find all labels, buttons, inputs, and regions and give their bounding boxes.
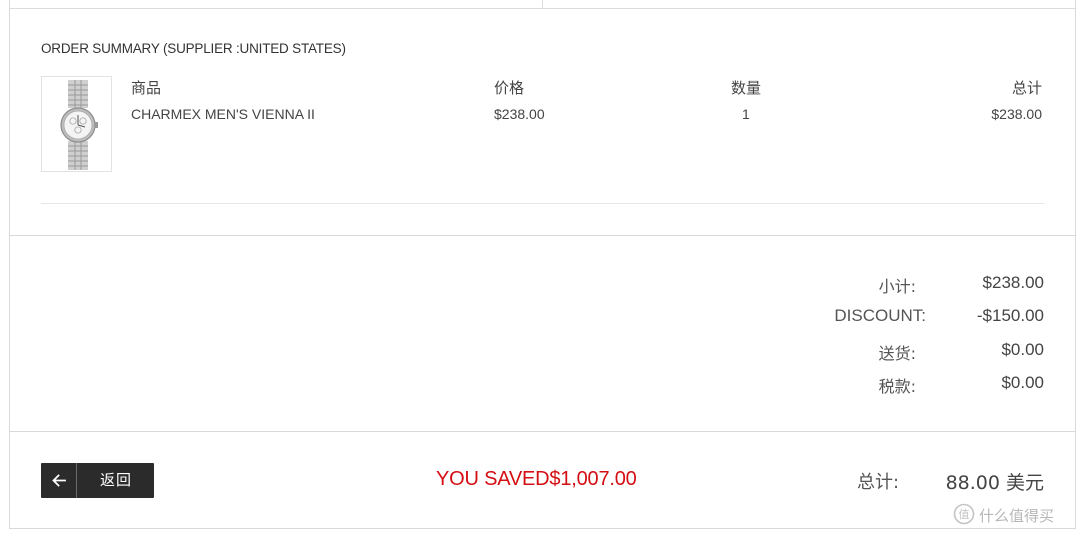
product-name-link[interactable]: CHARMEX MEN'S VIENNA II: [131, 106, 315, 122]
arrow-left-icon: [52, 474, 66, 487]
grand-total-label: 总计:: [857, 472, 900, 493]
product-quantity: 1: [742, 106, 750, 122]
product-line-total: $238.00: [991, 106, 1042, 122]
column-header-product: 商品: [131, 79, 162, 97]
smzdm-logo-icon: 值: [953, 503, 975, 525]
shipping-value: $0.00: [1001, 340, 1044, 359]
watermark: 值 什么值得买: [953, 503, 1078, 527]
back-button[interactable]: 返回: [41, 463, 154, 498]
column-header-quantity: 数量: [731, 79, 762, 97]
product-price: $238.00: [494, 106, 545, 122]
back-button-label: 返回: [99, 471, 132, 489]
summary-title: ORDER SUMMARY (SUPPLIER :UNITED STATES): [41, 41, 346, 56]
back-arrow-area[interactable]: [41, 463, 77, 498]
watch-image: [60, 80, 98, 170]
product-thumbnail[interactable]: [41, 76, 112, 172]
tax-value: $0.00: [1001, 373, 1044, 392]
subtotal-value: $238.00: [982, 273, 1044, 292]
column-header-total: 总计: [1011, 79, 1042, 97]
svg-text:值: 值: [959, 508, 970, 521]
tax-label: 税款:: [878, 377, 916, 396]
order-summary-panel: [9, 0, 1076, 529]
column-header-price: 价格: [494, 79, 525, 97]
section-divider: [10, 235, 1076, 236]
subtotal-label: 小计:: [878, 277, 916, 296]
shipping-label: 送货:: [878, 344, 916, 363]
savings-message: YOU SAVED$1,007.00: [436, 468, 637, 490]
discount-label: DISCOUNT:: [834, 306, 926, 325]
grand-total-value: 88.00 美元: [945, 472, 1044, 494]
discount-value: -$150.00: [976, 306, 1044, 325]
row-divider: [41, 203, 1044, 204]
watermark-text: 什么值得买: [979, 507, 1055, 525]
footer-divider: [10, 431, 1076, 432]
